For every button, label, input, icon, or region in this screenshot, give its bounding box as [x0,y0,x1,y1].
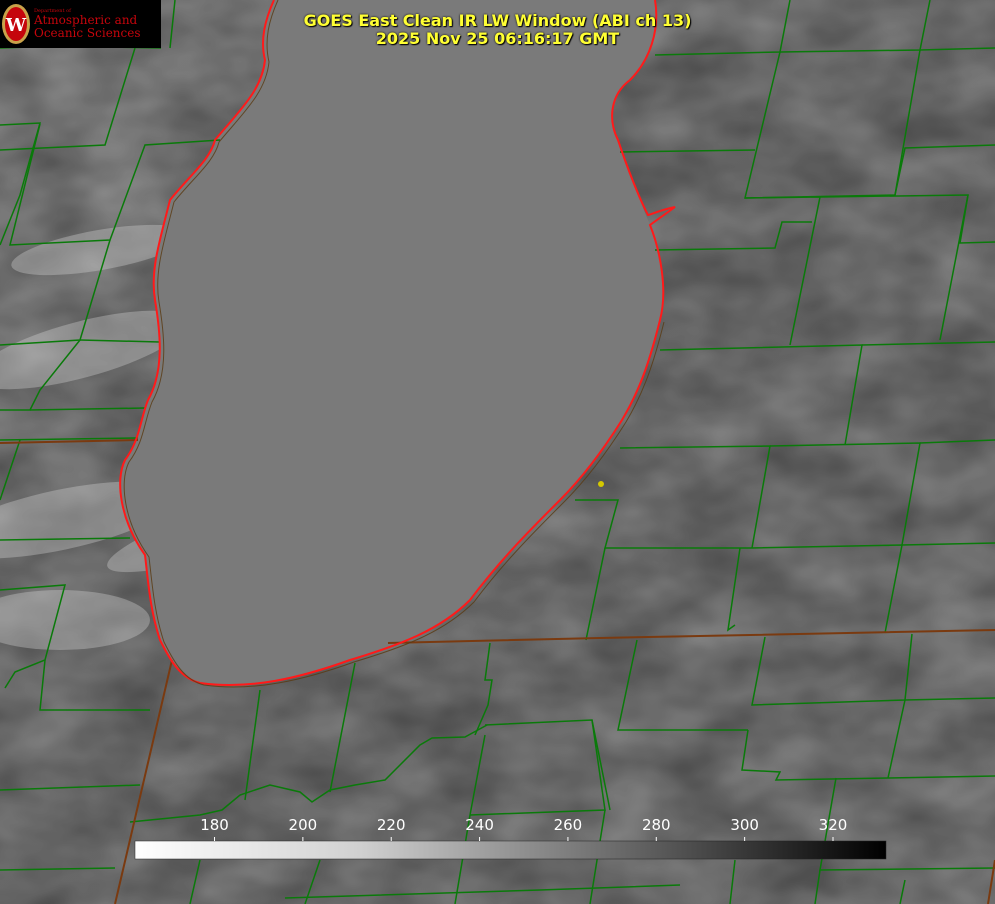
uw-crest-icon: W [2,4,30,44]
colorbar-tick-label: 200 [289,816,318,834]
aos-logo: W Department of Atmospheric and Oceanic … [0,0,161,48]
colorbar-tick-label: 240 [465,816,494,834]
satellite-map: 180 200 220 240 260 280 300 320 [0,0,995,904]
svg-text:W: W [5,15,27,36]
location-marker [598,481,604,487]
colorbar-tick-label: 180 [200,816,229,834]
colorbar-tick-label: 300 [730,816,759,834]
colorbar [134,840,887,860]
colorbar-tick-label: 260 [554,816,583,834]
colorbar-tick-label: 220 [377,816,406,834]
colorbar-tick-label: 280 [642,816,671,834]
logo-name: Atmospheric and Oceanic Sciences [34,13,141,40]
colorbar-tick-label: 320 [819,816,848,834]
